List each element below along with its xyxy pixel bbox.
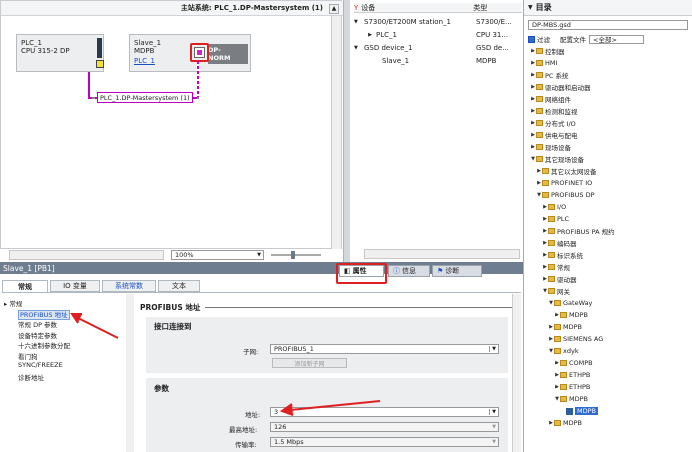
annotation-arrows <box>70 313 381 416</box>
arrow-to-nav <box>70 313 119 339</box>
arrow-to-address <box>279 400 381 416</box>
